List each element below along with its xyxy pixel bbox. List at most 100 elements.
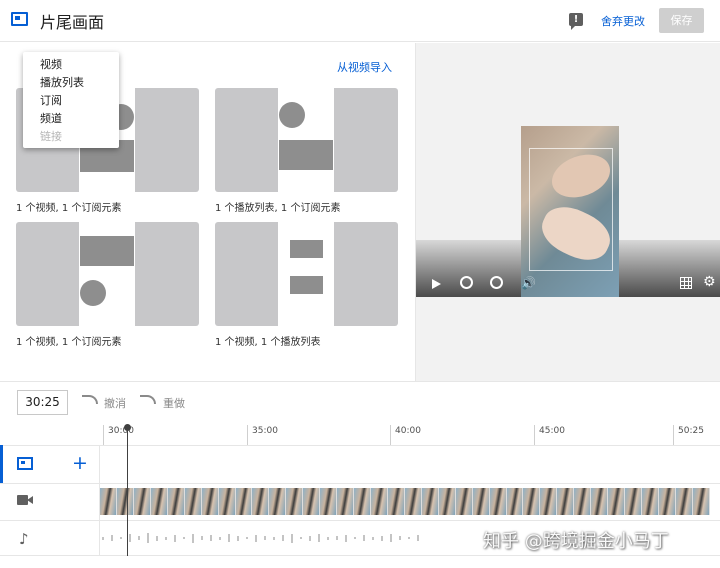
menu-item-video[interactable]: 视频: [23, 56, 119, 74]
template-card-video-subscribe-alt[interactable]: [16, 222, 199, 326]
video-placeholder: [290, 240, 323, 258]
timeline-ruler[interactable]: 30:00 35:00 40:00 45:00 50:25: [100, 425, 720, 445]
filmstrip-frame: [404, 488, 422, 515]
add-icon[interactable]: +: [72, 452, 88, 474]
playhead[interactable]: [127, 425, 128, 556]
filmstrip-frame: [489, 488, 507, 515]
template-screen: [278, 222, 334, 326]
feedback-icon[interactable]: !: [569, 13, 583, 30]
waveform-bar: [120, 537, 122, 539]
filmstrip-frame: [506, 488, 524, 515]
waveform-bar: [183, 537, 185, 539]
template-card-video-playlist[interactable]: [215, 222, 398, 326]
waveform-bar: [354, 537, 356, 539]
volume-icon[interactable]: 🔊: [521, 276, 536, 290]
filmstrip-frame: [438, 488, 456, 515]
discard-changes-button[interactable]: 舍弃更改: [601, 13, 645, 29]
ruler-tick: 30:00: [103, 425, 134, 445]
waveform-bar: [246, 537, 248, 539]
waveform-bar: [165, 536, 167, 540]
waveform-bar: [192, 533, 194, 543]
ruler-tick-label: 50:25: [678, 426, 704, 436]
waveform-bar: [102, 536, 104, 540]
waveform-bar: [228, 534, 230, 542]
filmstrip-frame: [354, 488, 371, 515]
filmstrip-frame: [455, 488, 473, 515]
settings-icon[interactable]: ⚙: [703, 274, 716, 290]
waveform-bar: [147, 533, 149, 543]
ruler-tick: 50:25: [673, 425, 704, 445]
waveform-bar: [363, 535, 365, 541]
video-preview: 🔊 ⚙: [415, 43, 720, 381]
filmstrip-frame: [472, 488, 490, 515]
watermark: 知乎 @跨境掘金小马丁: [483, 531, 669, 552]
filmstrip-frame: [235, 488, 253, 515]
waveform-bar: [291, 533, 293, 543]
filmstrip-frame: [218, 488, 236, 515]
save-button[interactable]: 保存: [659, 8, 704, 33]
waveform-bar: [345, 534, 347, 542]
waveform-bar: [300, 537, 302, 539]
waveform-bar: [129, 534, 131, 542]
forward-10-icon[interactable]: [490, 276, 503, 289]
template-card-playlist-subscribe[interactable]: [215, 88, 398, 192]
endscreen-icon: [11, 12, 28, 26]
filmstrip-frame: [608, 488, 626, 515]
waveform-bar: [219, 536, 221, 540]
playhead-handle[interactable]: [124, 424, 131, 431]
ruler-tick-label: 40:00: [395, 426, 421, 436]
rewind-10-icon[interactable]: [460, 276, 473, 289]
filmstrip-frame: [371, 488, 388, 515]
endscreen-safe-area: [529, 148, 613, 271]
filmstrip-frame: [675, 488, 693, 515]
filmstrip-frame: [286, 488, 304, 515]
import-from-video-link[interactable]: 从视频导入: [337, 59, 392, 75]
video-placeholder: [80, 236, 134, 266]
current-time-field[interactable]: 30:25: [17, 390, 68, 415]
ruler-tick: 35:00: [247, 425, 278, 445]
timeline-toolbar: 30:25 撤消 重做: [0, 381, 720, 425]
waveform-bar: [282, 535, 284, 541]
template-label: 1 个视频, 1 个订阅元素: [16, 203, 122, 214]
video-filmstrip[interactable]: [100, 488, 710, 515]
video-camera-icon: [17, 495, 33, 505]
ruler-tick-label: 45:00: [539, 426, 565, 436]
header: 片尾画面 ! 舍弃更改 保存: [0, 0, 720, 42]
waveform-bar: [327, 536, 329, 540]
play-icon[interactable]: [432, 279, 441, 289]
redo-button[interactable]: 重做: [163, 395, 185, 411]
waveform-bar: [156, 535, 158, 541]
filmstrip-frame: [337, 488, 355, 515]
filmstrip-frame: [116, 488, 134, 515]
template-label: 1 个播放列表, 1 个订阅元素: [215, 203, 341, 214]
undo-button[interactable]: 撤消: [104, 395, 126, 411]
filmstrip-frame: [167, 488, 185, 515]
endscreen-track: [0, 445, 720, 483]
ruler-tick: 40:00: [390, 425, 421, 445]
playlist-placeholder: [279, 140, 333, 170]
template-label: 1 个视频, 1 个播放列表: [215, 337, 321, 348]
redo-icon[interactable]: [140, 395, 156, 404]
waveform-bar: [111, 535, 113, 541]
waveform-bar: [318, 534, 320, 542]
waveform-bar: [372, 536, 374, 540]
filmstrip-frame: [523, 488, 541, 515]
waveform-bar: [237, 535, 239, 541]
waveform-bar: [138, 536, 140, 540]
filmstrip-frame: [184, 488, 202, 515]
menu-item-subscribe[interactable]: 订阅: [23, 92, 119, 110]
filmstrip-frame: [303, 488, 321, 515]
filmstrip-frame: [591, 488, 609, 515]
filmstrip-frame: [574, 488, 592, 515]
waveform-bar: [381, 535, 383, 541]
waveform-bar: [417, 535, 419, 541]
filmstrip-frame: [557, 488, 575, 515]
grid-icon[interactable]: [680, 277, 692, 289]
menu-item-channel[interactable]: 频道: [23, 110, 119, 128]
waveform-bar: [336, 536, 338, 540]
waveform-bar: [255, 534, 257, 542]
waveform-bar: [399, 536, 401, 540]
template-label: 1 个视频, 1 个订阅元素: [16, 337, 122, 348]
undo-icon[interactable]: [82, 395, 98, 404]
menu-item-playlist[interactable]: 播放列表: [23, 74, 119, 92]
